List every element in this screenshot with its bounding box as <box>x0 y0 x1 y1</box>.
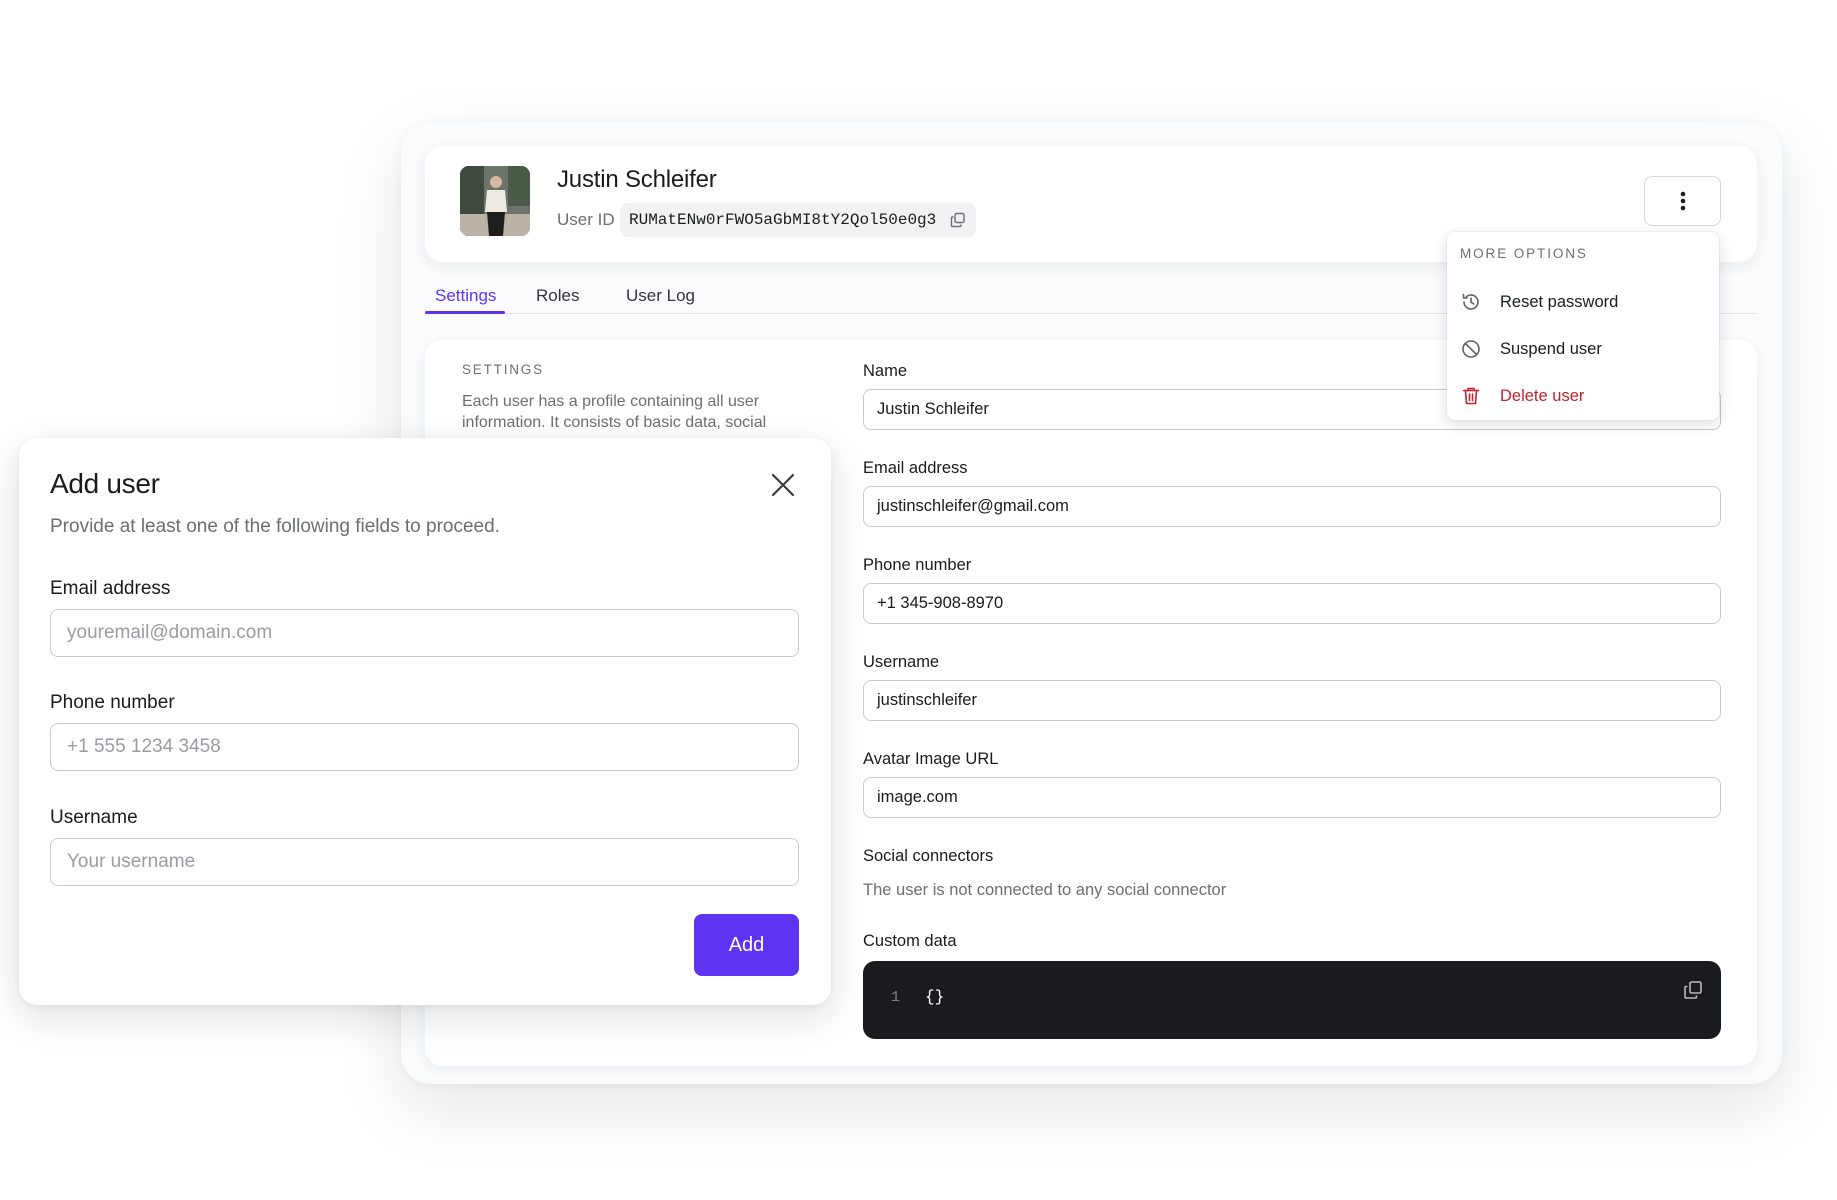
user-name: Justin Schleifer <box>557 166 717 193</box>
history-icon <box>1460 291 1482 313</box>
social-connectors-label: Social connectors <box>863 847 994 865</box>
name-label: Name <box>863 362 908 380</box>
menu-item-reset-password[interactable]: Reset password <box>1447 282 1719 322</box>
social-connectors-note: The user is not connected to any social … <box>863 881 1227 899</box>
close-icon[interactable] <box>768 470 798 500</box>
user-id-value: RUMatENw0rFWO5aGbMI8tY2Qol50e0g3 <box>629 211 937 229</box>
modal-phone-field[interactable]: +1 555 1234 3458 <box>50 723 799 771</box>
active-tab-indicator <box>425 311 505 314</box>
menu-item-delete-user[interactable]: Delete user <box>1447 376 1719 416</box>
tab-settings[interactable]: Settings <box>435 286 496 306</box>
phone-label: Phone number <box>863 556 972 574</box>
modal-username-field[interactable]: Your username <box>50 838 799 886</box>
copy-icon[interactable] <box>950 212 966 228</box>
copy-icon[interactable] <box>1683 980 1703 1000</box>
phone-field[interactable]: +1 345-908-8970 <box>863 583 1721 624</box>
user-id-chip: RUMatENw0rFWO5aGbMI8tY2Qol50e0g3 <box>620 203 976 237</box>
add-button[interactable]: Add <box>694 914 799 976</box>
tab-user-log[interactable]: User Log <box>626 286 695 306</box>
modal-email-field[interactable]: youremail@domain.com <box>50 609 799 657</box>
avatar <box>460 166 530 236</box>
user-id-label: User ID <box>557 210 615 229</box>
code-line-number: 1 <box>891 989 901 1006</box>
modal-title: Add user <box>50 468 160 499</box>
email-field[interactable]: justinschleifer@gmail.com <box>863 486 1721 527</box>
menu-item-label: Reset password <box>1500 292 1619 311</box>
block-icon <box>1460 338 1482 360</box>
avatar-url-label: Avatar Image URL <box>863 750 999 768</box>
more-options-title: MORE OPTIONS <box>1460 246 1588 261</box>
modal-username-label: Username <box>50 807 138 828</box>
settings-section-label: SETTINGS <box>462 362 544 377</box>
modal-phone-label: Phone number <box>50 692 175 713</box>
more-options-menu: MORE OPTIONS Reset password Suspend user <box>1447 232 1719 420</box>
menu-item-suspend-user[interactable]: Suspend user <box>1447 329 1719 369</box>
tab-roles[interactable]: Roles <box>536 286 579 306</box>
trash-icon <box>1460 385 1482 407</box>
modal-email-label: Email address <box>50 578 171 599</box>
email-label: Email address <box>863 459 968 477</box>
more-vertical-icon <box>1680 191 1685 211</box>
code-content[interactable]: {} <box>925 988 944 1006</box>
menu-item-label: Delete user <box>1500 386 1585 405</box>
custom-data-label: Custom data <box>863 932 957 950</box>
username-label: Username <box>863 653 940 671</box>
avatar-url-field[interactable]: image.com <box>863 777 1721 818</box>
custom-data-editor[interactable]: 1 {} <box>863 961 1721 1039</box>
username-field[interactable]: justinschleifer <box>863 680 1721 721</box>
settings-description: Each user has a profile containing all u… <box>462 393 767 431</box>
menu-item-label: Suspend user <box>1500 339 1602 358</box>
modal-subtitle: Provide at least one of the following fi… <box>50 516 500 537</box>
more-options-button[interactable] <box>1644 176 1721 226</box>
